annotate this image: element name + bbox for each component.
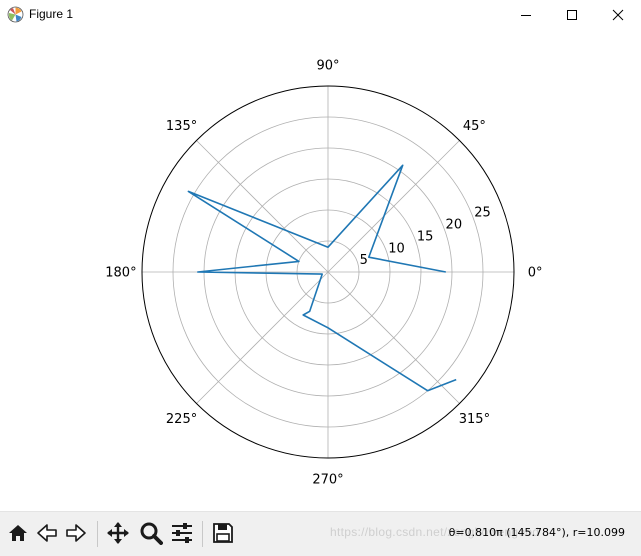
theta-tick-label: 225° xyxy=(166,412,197,427)
forward-button[interactable] xyxy=(62,519,90,547)
pan-button[interactable] xyxy=(104,519,132,547)
toolbar-separator xyxy=(202,521,203,547)
minimize-button[interactable] xyxy=(503,0,549,30)
close-button[interactable] xyxy=(595,0,641,30)
title-bar: Figure 1 xyxy=(0,0,641,30)
theta-tick-label: 0° xyxy=(528,266,543,281)
configure-subplots-icon xyxy=(172,523,192,543)
close-icon xyxy=(612,9,624,21)
toolbar-separator xyxy=(97,521,98,547)
matplotlib-logo-icon xyxy=(7,6,24,23)
maximize-button[interactable] xyxy=(549,0,595,30)
configure-subplots-button[interactable] xyxy=(168,519,196,547)
zoom-icon xyxy=(140,522,163,545)
save-button[interactable] xyxy=(209,519,237,547)
maximize-icon xyxy=(567,10,577,20)
figure-canvas[interactable]: 0° 45° 90° 135° 180° 225° 270° 315° 5 10 15 20 25 xyxy=(0,30,641,511)
minimize-icon xyxy=(521,15,531,16)
coordinate-readout: θ=0.810π (145.784°), r=10.099 xyxy=(448,526,625,539)
back-icon xyxy=(37,524,57,542)
home-button[interactable] xyxy=(4,519,32,547)
r-tick-label: 5 xyxy=(360,253,368,268)
theta-tick-label: 45° xyxy=(463,119,486,134)
theta-tick-label: 180° xyxy=(105,266,136,281)
polar-chart: 0° 45° 90° 135° 180° 225° 270° 315° 5 10 15 20 25 xyxy=(105,58,543,488)
window-title: Figure 1 xyxy=(29,7,74,21)
r-tick-label: 20 xyxy=(446,218,463,233)
zoom-button[interactable] xyxy=(137,519,165,547)
r-tick-label: 10 xyxy=(388,241,405,256)
home-icon xyxy=(9,525,27,541)
theta-tick-label: 315° xyxy=(459,412,490,427)
theta-tick-label: 270° xyxy=(312,473,343,488)
pan-icon xyxy=(107,522,129,544)
theta-tick-label: 135° xyxy=(166,119,197,134)
r-tick-label: 25 xyxy=(474,206,491,221)
theta-tick-label: 90° xyxy=(316,58,339,73)
r-tick-label: 15 xyxy=(417,229,434,244)
save-icon xyxy=(213,523,233,543)
forward-icon xyxy=(66,524,86,542)
navigation-toolbar: https://blog.csdn.net/zengbowengood θ=0.… xyxy=(0,511,641,556)
back-button[interactable] xyxy=(33,519,61,547)
